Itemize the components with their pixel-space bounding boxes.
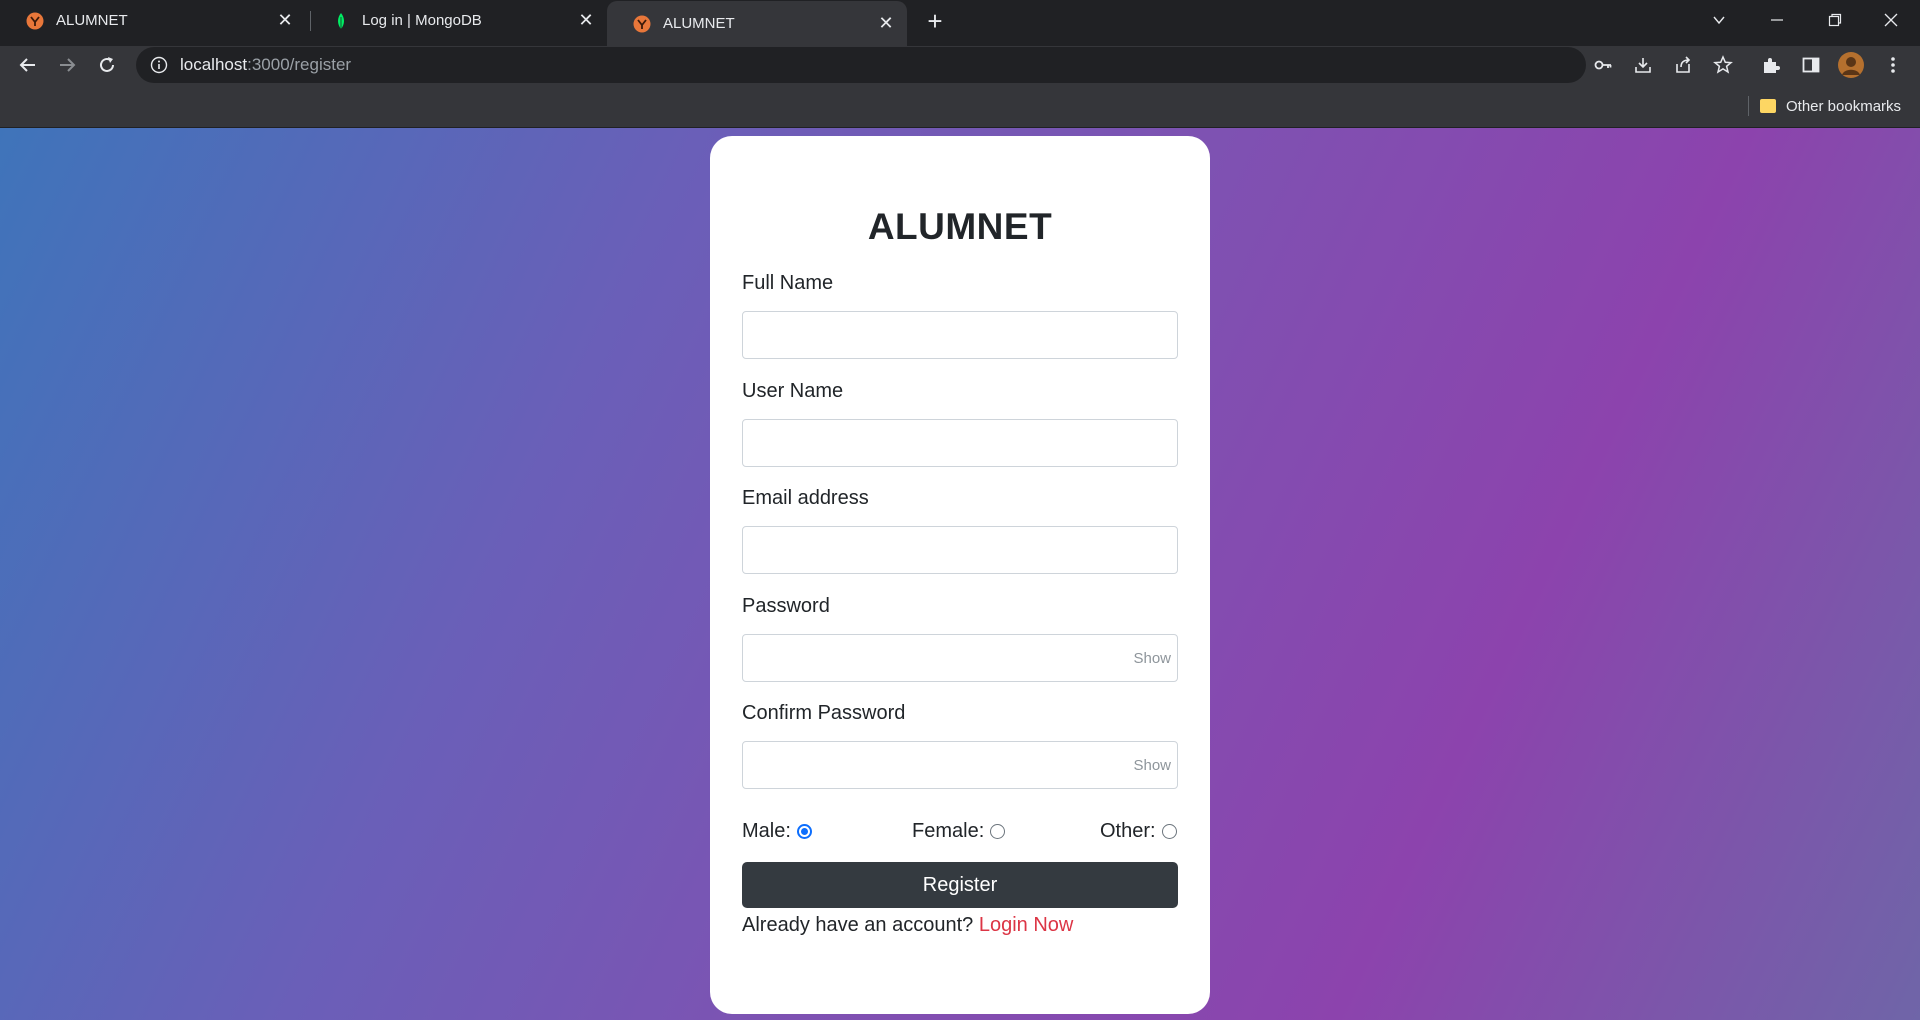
tab-strip: ALUMNET ✕ Log in | MongoDB ✕ ALUMNET ✕ + — [0, 0, 1920, 46]
page-title: ALUMNET — [867, 206, 1053, 247]
address-bar[interactable]: localhost:3000/register — [136, 47, 1586, 83]
login-now-link[interactable]: Login Now — [979, 914, 1074, 936]
mongodb-leaf-icon — [338, 12, 344, 29]
url-path: :3000/register — [247, 55, 352, 74]
email-label: Email address — [742, 487, 869, 509]
password-label: Password — [742, 595, 830, 617]
user-name-field[interactable] — [742, 419, 1178, 467]
show-confirm-password-toggle[interactable]: Show — [1133, 742, 1171, 788]
new-tab-plus-icon[interactable]: + — [920, 6, 950, 36]
email-field[interactable] — [742, 526, 1178, 574]
login-prompt-text: Already have an account? — [742, 914, 974, 936]
close-window-icon[interactable] — [1862, 0, 1920, 40]
close-icon[interactable]: ✕ — [272, 8, 298, 34]
minimize-icon[interactable] — [1748, 0, 1806, 40]
confirm-password-field[interactable]: Show — [742, 741, 1178, 789]
password-key-icon[interactable] — [1590, 52, 1616, 78]
back-arrow-icon[interactable] — [12, 49, 44, 81]
share-icon[interactable] — [1670, 52, 1696, 78]
gender-radio-group: Male: Female: Other: — [742, 816, 1178, 846]
install-app-icon[interactable] — [1630, 52, 1656, 78]
tab-title: Log in | MongoDB — [362, 12, 482, 29]
gender-male-radio[interactable] — [796, 823, 812, 839]
user-name-label: User Name — [742, 380, 844, 402]
confirm-password-label: Confirm Password — [742, 702, 906, 724]
reload-icon[interactable] — [91, 49, 123, 81]
tab-mongodb[interactable]: Log in | MongoDB ✕ — [306, 0, 607, 41]
folder-icon — [1760, 99, 1776, 113]
show-password-toggle[interactable]: Show — [1133, 635, 1171, 681]
tab-title: ALUMNET — [663, 15, 735, 32]
full-name-field[interactable] — [742, 311, 1178, 359]
gender-other-label: Other: — [1100, 819, 1156, 842]
tab-alumnet-1[interactable]: ALUMNET ✕ — [0, 0, 306, 41]
gender-female-option[interactable]: Female: — [912, 816, 1006, 846]
gender-female-radio[interactable] — [990, 823, 1006, 839]
gender-female-label: Female: — [912, 819, 985, 842]
bookmarks-divider — [1748, 96, 1749, 116]
login-prompt-line: Already have an account? Login Now — [742, 914, 1073, 937]
url-host: localhost — [180, 55, 248, 74]
browser-toolbar: localhost:3000/register — [0, 46, 1920, 84]
full-name-label: Full Name — [742, 272, 834, 294]
side-panel-icon[interactable] — [1798, 52, 1824, 78]
site-info-icon[interactable] — [150, 56, 168, 74]
gender-male-label: Male: — [742, 819, 791, 842]
tab-title: ALUMNET — [56, 12, 128, 29]
tab-alumnet-active[interactable]: ALUMNET ✕ — [607, 1, 907, 46]
bookmarks-bar: Other bookmarks — [0, 84, 1920, 128]
register-card: ALUMNET Full Name User Name Email addres… — [710, 136, 1210, 1014]
gender-other-radio[interactable] — [1161, 823, 1177, 839]
other-bookmarks-label: Other bookmarks — [1786, 97, 1902, 115]
password-field[interactable]: Show — [742, 634, 1178, 682]
bookmark-star-icon[interactable] — [1710, 52, 1736, 78]
register-button[interactable]: Register — [742, 862, 1178, 908]
page-viewport: ALUMNET Full Name User Name Email addres… — [0, 128, 1920, 1020]
gender-other-option[interactable]: Other: — [1100, 816, 1177, 846]
other-bookmarks-button[interactable]: Other bookmarks — [1760, 94, 1901, 118]
gender-male-option[interactable]: Male: — [742, 816, 812, 846]
extensions-puzzle-icon[interactable] — [1758, 52, 1784, 78]
close-icon[interactable]: ✕ — [573, 8, 599, 34]
alumnet-favicon — [26, 12, 44, 29]
menu-kebab-icon[interactable] — [1880, 52, 1906, 78]
close-icon[interactable]: ✕ — [873, 11, 899, 37]
restore-icon[interactable] — [1806, 0, 1864, 40]
alumnet-favicon — [633, 15, 651, 32]
profile-avatar[interactable] — [1838, 52, 1864, 78]
tab-search-chevron-icon[interactable] — [1690, 0, 1748, 40]
forward-arrow-icon[interactable] — [51, 49, 83, 81]
